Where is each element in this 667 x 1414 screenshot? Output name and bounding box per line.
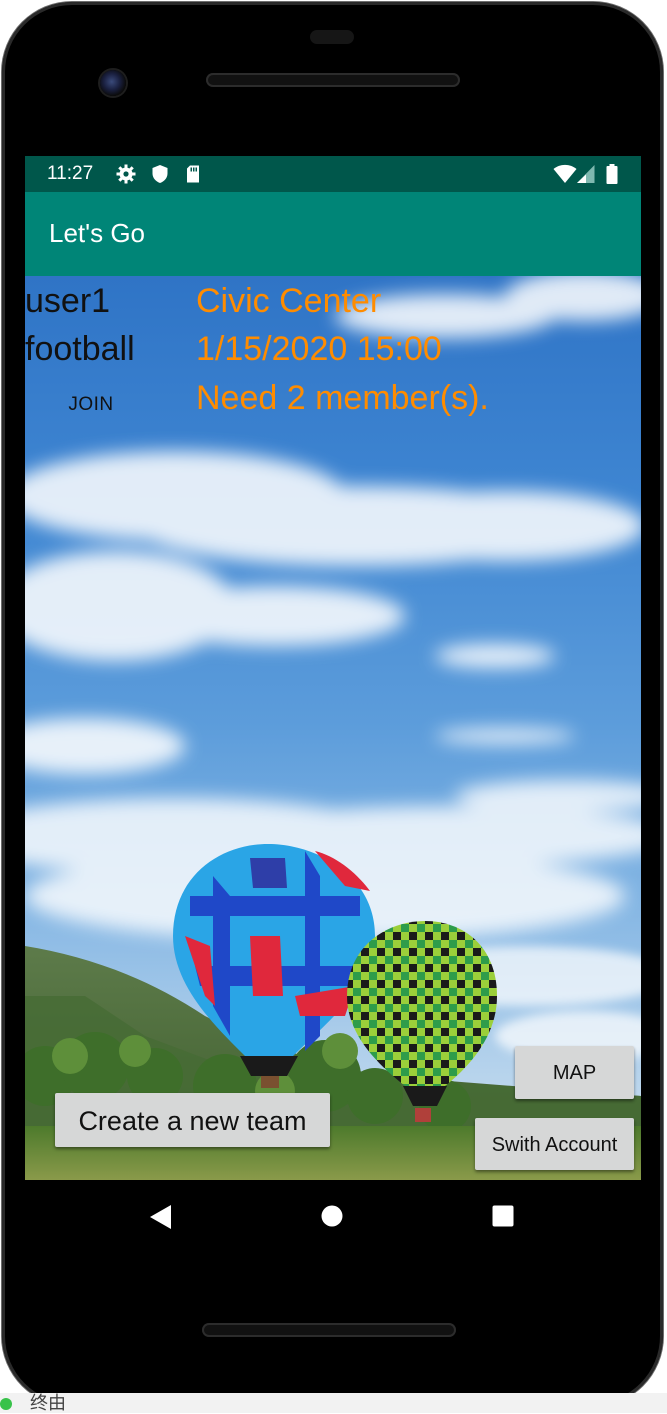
top-speaker-grille [206, 73, 460, 87]
team-datetime: 1/15/2020 15:00 [196, 330, 442, 368]
join-button[interactable]: JOIN [45, 388, 137, 420]
map-button[interactable]: MAP [515, 1046, 634, 1099]
team-sport: football [25, 330, 135, 368]
wifi-icon [553, 164, 577, 183]
status-time: 11:27 [47, 163, 94, 184]
device-frame: 11:27 Let's Go user1 football JOIN Civic… [0, 0, 667, 1413]
host-window-strip [0, 1393, 667, 1413]
signal-icon [577, 165, 595, 183]
main-content: user1 football JOIN Civic Center 1/15/20… [25, 276, 641, 1180]
team-members-needed: Need 2 member(s). [196, 379, 489, 417]
recents-icon[interactable] [492, 1205, 514, 1227]
app-bar: Let's Go [25, 192, 641, 276]
gear-icon [116, 164, 136, 184]
sd-card-icon [187, 165, 199, 183]
home-icon[interactable] [321, 1205, 343, 1227]
team-location: Civic Center [196, 282, 382, 320]
screen: 11:27 Let's Go user1 football JOIN Civic… [25, 156, 641, 1180]
team-owner: user1 [25, 282, 111, 320]
front-camera-icon [100, 70, 126, 96]
earpiece [310, 30, 354, 44]
switch-account-button[interactable]: Swith Account [475, 1118, 634, 1170]
navigation-bar [25, 1180, 641, 1252]
create-team-button[interactable]: Create a new team [55, 1093, 330, 1147]
back-icon[interactable] [149, 1204, 173, 1230]
shield-icon [152, 165, 168, 183]
bottom-speaker-grille [202, 1323, 456, 1337]
status-dot-icon [0, 1398, 12, 1410]
battery-icon [606, 164, 618, 184]
status-bar: 11:27 [25, 156, 641, 192]
app-title: Let's Go [49, 218, 146, 248]
host-window-text: 终由 [30, 1393, 66, 1414]
